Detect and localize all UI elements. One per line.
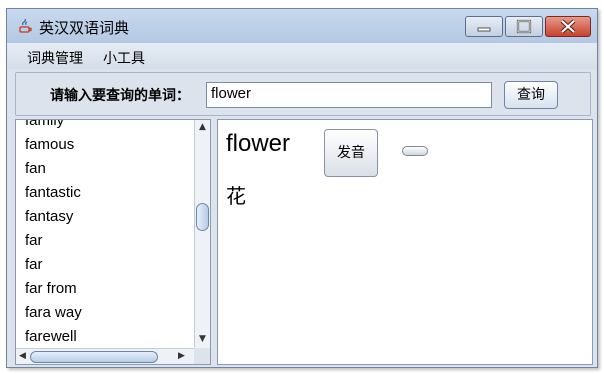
word-list[interactable]: family famous fan fantastic fantasy far … [16, 120, 193, 347]
search-input[interactable]: flower [206, 82, 492, 108]
maximize-icon [516, 19, 532, 34]
main-window: 英汉双语词典 词典管理 小工具 请输入要查询的单词： flower 查询 fam… [6, 8, 598, 368]
scroll-left-icon[interactable]: ◀ [19, 351, 26, 361]
list-item[interactable]: farewell [16, 325, 193, 347]
list-item[interactable]: famous [16, 133, 193, 157]
definition-pane: flower 发音 花 [217, 119, 593, 365]
list-item[interactable]: far [16, 229, 193, 253]
list-item[interactable]: far from [16, 277, 193, 301]
minimize-button[interactable] [465, 16, 503, 37]
scroll-up-icon[interactable]: ▲ [199, 122, 206, 132]
pronounce-button[interactable]: 发音 [324, 129, 378, 177]
search-prompt: 请输入要查询的单词： [50, 88, 190, 104]
scroll-right-icon[interactable]: ▶ [178, 351, 185, 361]
search-panel: 请输入要查询的单词： flower 查询 [15, 72, 591, 116]
scroll-corner [194, 348, 210, 364]
search-button[interactable]: 查询 [504, 81, 558, 109]
java-app-icon [19, 18, 32, 33]
list-item[interactable]: family [16, 120, 193, 133]
list-item[interactable]: far [16, 253, 193, 277]
menu-tools[interactable]: 小工具 [103, 48, 145, 68]
minimize-icon [477, 27, 491, 32]
window-title: 英汉双语词典 [39, 19, 130, 37]
headword: flower [226, 130, 291, 157]
vertical-scroll-thumb[interactable] [196, 202, 209, 231]
menu-bar: 词典管理 小工具 [7, 43, 597, 69]
small-button[interactable] [402, 146, 428, 156]
horizontal-scrollbar[interactable]: ◀ ▶ [16, 348, 194, 364]
close-button[interactable] [545, 16, 591, 37]
vertical-scrollbar[interactable]: ▲ ▼ [194, 120, 210, 348]
horizontal-scroll-thumb[interactable] [30, 351, 158, 363]
scroll-down-icon[interactable]: ▼ [199, 334, 206, 344]
word-list-pane: family famous fan fantastic fantasy far … [15, 119, 211, 365]
list-item[interactable]: fara way [16, 301, 193, 325]
list-item[interactable]: fantasy [16, 205, 193, 229]
list-item[interactable]: fantastic [16, 181, 193, 205]
meaning-text: 花 [226, 184, 246, 208]
title-bar[interactable]: 英汉双语词典 [7, 9, 597, 43]
list-item[interactable]: fan [16, 157, 193, 181]
close-icon [560, 19, 576, 34]
menu-dictionary-management[interactable]: 词典管理 [27, 48, 83, 68]
maximize-button[interactable] [505, 16, 543, 37]
